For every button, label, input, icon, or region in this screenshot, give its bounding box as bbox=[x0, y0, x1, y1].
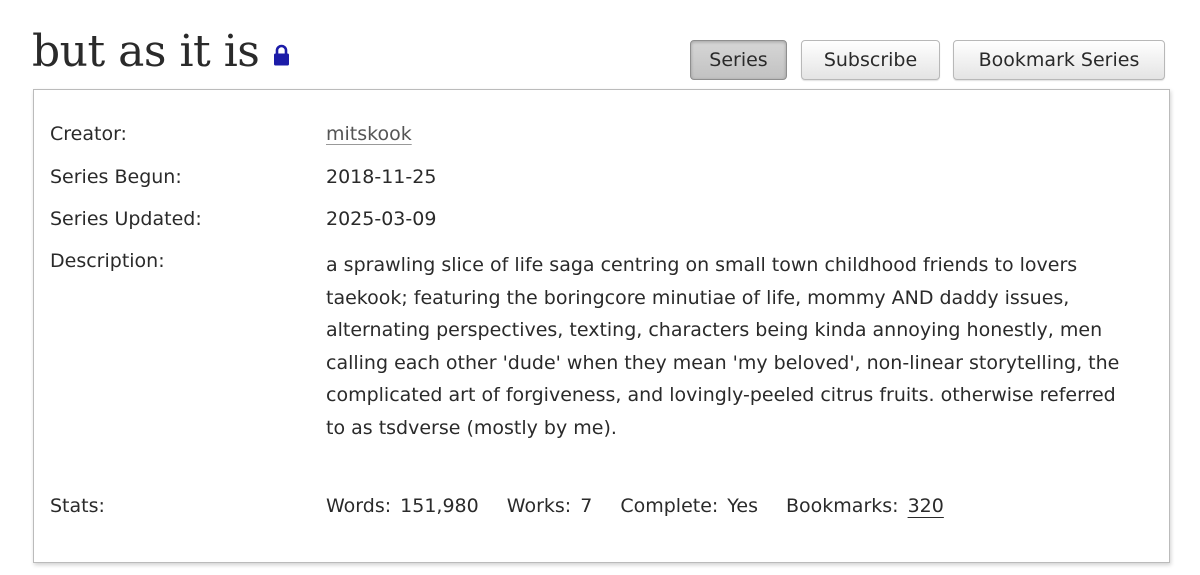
stat-words: Words: 151,980 bbox=[326, 495, 479, 517]
creator-value: mitskook bbox=[326, 118, 412, 150]
stat-complete-label: Complete: bbox=[620, 495, 719, 517]
stats-row: Words: 151,980 Works: 7 Complete: Yes Bookm… bbox=[326, 490, 966, 522]
bookmarks-count-link[interactable]: 320 bbox=[908, 495, 944, 517]
stat-works: Works: 7 bbox=[507, 495, 593, 517]
creator-link[interactable]: mitskook bbox=[326, 123, 412, 145]
series-header: but as it is Series Subscribe Bookmark S… bbox=[0, 0, 1200, 90]
page-title: but as it is bbox=[32, 22, 290, 85]
description-text: a sprawling slice of life saga centring … bbox=[326, 254, 1120, 439]
stat-complete: Complete: Yes bbox=[620, 495, 758, 517]
series-updated-label: Series Updated: bbox=[50, 208, 202, 230]
stat-works-label: Works: bbox=[506, 495, 572, 517]
series-button[interactable]: Series bbox=[690, 40, 787, 80]
creator-label: Creator: bbox=[50, 123, 127, 145]
stat-complete-value: Yes bbox=[727, 495, 758, 517]
series-title: but as it is bbox=[32, 26, 260, 77]
series-begun-value: 2018-11-25 bbox=[326, 166, 437, 188]
stats-label: Stats: bbox=[50, 495, 105, 517]
stat-works-value: 7 bbox=[580, 495, 593, 517]
series-updated-value: 2025-03-09 bbox=[326, 208, 437, 230]
subscribe-button[interactable]: Subscribe bbox=[801, 40, 940, 80]
stat-words-value: 151,980 bbox=[400, 495, 479, 517]
stat-words-label: Words: bbox=[326, 495, 392, 517]
stat-bookmarks-label: Bookmarks: bbox=[786, 495, 899, 517]
bookmark-series-button[interactable]: Bookmark Series bbox=[953, 40, 1165, 80]
lock-icon bbox=[273, 22, 290, 82]
stat-bookmarks: Bookmarks: 320 bbox=[786, 495, 944, 517]
series-begun-label: Series Begun: bbox=[50, 166, 182, 188]
series-meta-panel: Creator: mitskook Series Begun: 2018-11-… bbox=[33, 89, 1170, 563]
description-label: Description: bbox=[50, 250, 165, 272]
